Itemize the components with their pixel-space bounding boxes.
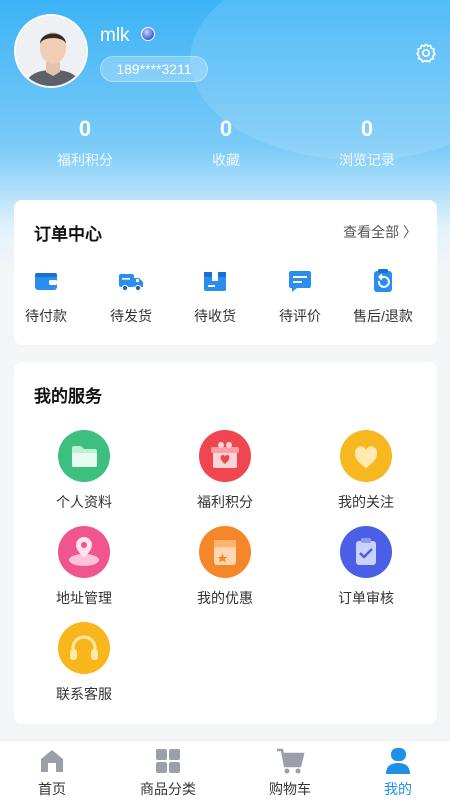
tab-label: 我的: [384, 781, 412, 797]
grid-icon: [156, 749, 180, 773]
stat-value: 0: [360, 116, 374, 141]
view-all-orders-link[interactable]: 查看全部 〉: [343, 222, 417, 242]
order-after-sales[interactable]: 售后/退款: [343, 266, 423, 326]
stat-points[interactable]: 0 福利积分: [25, 112, 145, 170]
refund-icon: [374, 269, 392, 292]
order-center-card: 订单中心 查看全部 〉 待付款 待发货 待收货 待评价 售后/退款: [14, 200, 437, 345]
order-pending-review[interactable]: 待评价: [260, 266, 340, 326]
stat-history[interactable]: 0 浏览记录: [307, 112, 427, 170]
avatar[interactable]: [14, 14, 88, 88]
home-icon: [41, 750, 63, 772]
folder-icon: [58, 430, 110, 482]
service-customer-support[interactable]: 联系客服: [29, 622, 139, 704]
user-icon: [386, 748, 410, 774]
tab-home[interactable]: 首页: [12, 746, 92, 799]
wallet-icon: [35, 273, 57, 290]
service-label: 我的关注: [338, 494, 394, 510]
service-label: 订单审核: [338, 590, 394, 606]
order-pending-payment[interactable]: 待付款: [6, 266, 86, 326]
order-pending-receipt[interactable]: 待收货: [175, 266, 255, 326]
service-order-review[interactable]: 订单审核: [311, 526, 421, 608]
location-map-icon: [58, 526, 110, 578]
gift-icon: [199, 430, 251, 482]
tab-label: 商品分类: [140, 781, 196, 797]
my-services-title: 我的服务: [34, 387, 102, 406]
username: mlk: [100, 25, 130, 46]
tab-cart[interactable]: 购物车: [250, 746, 330, 799]
service-label: 我的优惠: [197, 590, 253, 606]
stat-label: 福利积分: [57, 152, 113, 168]
heart-icon: [340, 430, 392, 482]
phone-number: 189****3211: [100, 56, 208, 82]
coupon-icon: [199, 526, 251, 578]
tab-categories[interactable]: 商品分类: [128, 746, 208, 799]
truck-icon: [119, 274, 143, 292]
tab-label: 购物车: [269, 781, 311, 797]
package-icon: [204, 272, 226, 291]
service-coupons[interactable]: 我的优惠: [170, 526, 280, 608]
order-label: 待评价: [279, 308, 321, 324]
cart-icon: [277, 748, 305, 774]
order-label: 待付款: [25, 308, 67, 324]
clipboard-check-icon: [340, 526, 392, 578]
order-label: 待收货: [194, 308, 236, 324]
tab-mine[interactable]: 我的: [358, 746, 438, 799]
review-icon: [289, 271, 311, 292]
service-profile[interactable]: 个人资料: [29, 430, 139, 512]
stat-favorites[interactable]: 0 收藏: [166, 112, 286, 170]
verified-badge-icon: [141, 27, 155, 41]
bottom-tab-bar: 首页 商品分类 购物车 我的: [0, 740, 450, 800]
my-services-card: 我的服务 个人资料 福利积分 我的关注 地址管理 我的优惠 订单审核 联系客服: [14, 362, 437, 724]
tab-label: 首页: [38, 781, 66, 797]
service-address[interactable]: 地址管理: [29, 526, 139, 608]
order-label: 待发货: [110, 308, 152, 324]
stat-value: 0: [78, 116, 92, 141]
service-label: 联系客服: [56, 686, 112, 702]
service-label: 福利积分: [197, 494, 253, 510]
service-points[interactable]: 福利积分: [170, 430, 280, 512]
service-label: 个人资料: [56, 494, 112, 510]
gear-icon[interactable]: [415, 42, 437, 64]
service-label: 地址管理: [56, 590, 112, 606]
order-label: 售后/退款: [353, 308, 413, 324]
stat-label: 收藏: [212, 152, 240, 168]
order-center-title: 订单中心: [34, 225, 102, 244]
stat-value: 0: [219, 116, 233, 141]
headphones-icon: [58, 622, 110, 674]
stat-label: 浏览记录: [339, 152, 395, 168]
order-pending-shipment[interactable]: 待发货: [91, 266, 171, 326]
service-following[interactable]: 我的关注: [311, 430, 421, 512]
